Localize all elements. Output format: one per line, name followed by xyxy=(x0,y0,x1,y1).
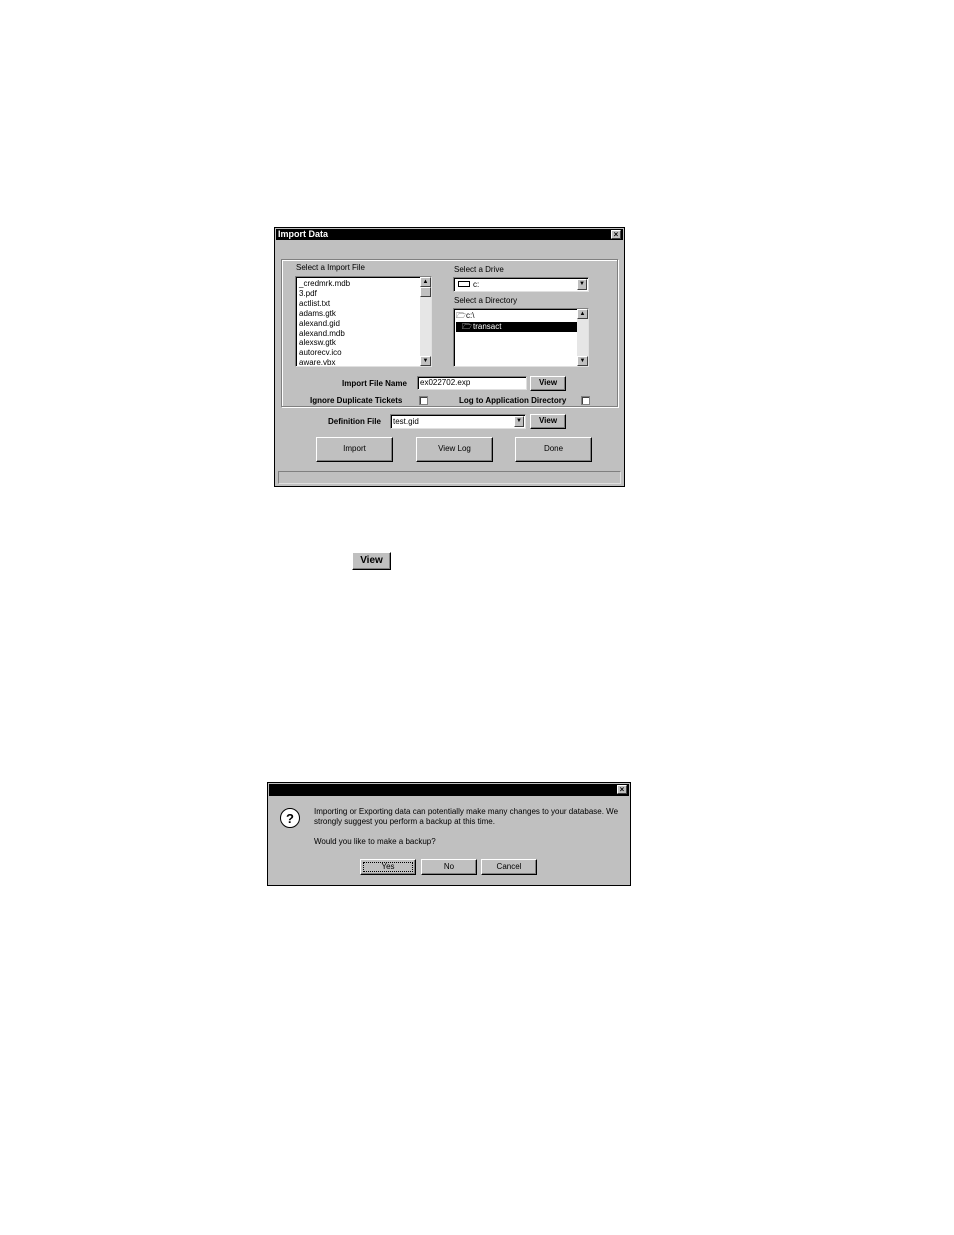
no-button-label: No xyxy=(443,862,455,871)
chevron-down-icon[interactable]: ▼ xyxy=(514,416,524,427)
import-file-name-input[interactable]: ex022702.exp xyxy=(417,376,527,390)
view-log-button[interactable]: View Log xyxy=(416,437,493,462)
import-dialog-titlebar: Import Data × xyxy=(276,229,623,240)
file-list-item[interactable]: _credmrk.mdb xyxy=(296,279,431,289)
directory-item-root[interactable]: 🗁c:\ xyxy=(456,311,474,321)
scroll-thumb[interactable] xyxy=(420,287,431,297)
folder-open-icon: 🗁 xyxy=(456,311,466,320)
scroll-up-icon[interactable]: ▲ xyxy=(577,309,588,319)
file-list-item[interactable]: 3.pdf xyxy=(296,289,431,299)
import-file-name-value: ex022702.exp xyxy=(420,378,471,387)
file-list-item[interactable]: alexand.mdb xyxy=(296,329,431,339)
file-list-item[interactable]: autorecv.ico xyxy=(296,348,431,358)
file-list-item[interactable]: actlist.txt xyxy=(296,299,431,309)
close-icon[interactable]: × xyxy=(617,785,627,794)
import-button[interactable]: Import xyxy=(316,437,393,462)
file-list-item[interactable]: alexsw.gtk xyxy=(296,338,431,348)
backup-dialog-titlebar: × xyxy=(269,784,629,796)
no-button[interactable]: No xyxy=(421,859,477,875)
directory-scrollbar[interactable]: ▲ ▼ xyxy=(577,309,588,366)
backup-prompt-dialog: × ? Importing or Exporting data can pote… xyxy=(267,782,631,886)
file-list-item[interactable]: adams.gtk xyxy=(296,309,431,319)
directory-list[interactable]: 🗁c:\ 🗁transact ▲ ▼ xyxy=(453,308,589,367)
backup-message: Importing or Exporting data can potentia… xyxy=(314,807,619,826)
import-file-name-label: Import File Name xyxy=(342,379,407,388)
view-log-button-label: View Log xyxy=(438,444,471,453)
folder-open-icon: 🗁 xyxy=(462,322,472,331)
drive-select[interactable]: c: ▼ xyxy=(453,277,589,292)
view-button-illustration[interactable]: View xyxy=(352,552,391,570)
cancel-button[interactable]: Cancel xyxy=(481,859,537,875)
scroll-up-icon[interactable]: ▲ xyxy=(420,277,431,287)
definition-file-select[interactable]: test.gid ▼ xyxy=(390,414,526,429)
definition-file-label: Definition File xyxy=(328,417,381,426)
directory-item-selected[interactable]: 🗁transact xyxy=(456,322,577,332)
directory-label: c:\ xyxy=(466,311,475,320)
status-bar xyxy=(278,471,621,484)
view-import-file-button[interactable]: View xyxy=(530,376,566,391)
directory-label: transact xyxy=(473,322,502,331)
scroll-down-icon[interactable]: ▼ xyxy=(420,356,431,366)
import-button-label: Import xyxy=(343,444,366,453)
question-icon: ? xyxy=(280,808,300,828)
cancel-button-label: Cancel xyxy=(496,862,522,871)
log-to-app-dir-checkbox[interactable] xyxy=(581,396,590,405)
select-file-label: Select a Import File xyxy=(296,263,365,272)
backup-question: Would you like to make a backup? xyxy=(314,837,436,846)
drive-icon xyxy=(458,281,470,287)
yes-button[interactable]: Yes xyxy=(360,859,416,875)
close-icon[interactable]: × xyxy=(611,230,621,239)
select-drive-label: Select a Drive xyxy=(454,265,504,274)
ignore-duplicates-label: Ignore Duplicate Tickets xyxy=(310,396,403,405)
file-list-scrollbar[interactable]: ▲ ▼ xyxy=(420,277,431,366)
definition-file-value: test.gid xyxy=(393,417,419,426)
done-button-label: Done xyxy=(543,444,564,453)
log-to-app-dir-label: Log to Application Directory xyxy=(459,396,567,405)
done-button[interactable]: Done xyxy=(515,437,592,462)
scroll-down-icon[interactable]: ▼ xyxy=(577,356,588,366)
view-definition-file-button[interactable]: View xyxy=(530,414,566,429)
file-list-item[interactable]: alexand.gid xyxy=(296,319,431,329)
drive-value: c: xyxy=(473,280,480,289)
import-data-dialog: Import Data × Select a Import File _cred… xyxy=(274,227,625,487)
ignore-duplicates-checkbox[interactable] xyxy=(419,396,428,405)
import-dialog-title: Import Data xyxy=(278,229,329,239)
file-list-items: _credmrk.mdb 3.pdf actlist.txt adams.gtk ale… xyxy=(296,279,431,366)
import-file-list[interactable]: _credmrk.mdb 3.pdf actlist.txt adams.gtk ale… xyxy=(295,276,432,367)
select-directory-label: Select a Directory xyxy=(454,296,518,305)
chevron-down-icon[interactable]: ▼ xyxy=(577,279,587,290)
yes-button-label: Yes xyxy=(381,862,395,871)
file-list-item[interactable]: aware.vbx xyxy=(296,358,431,366)
